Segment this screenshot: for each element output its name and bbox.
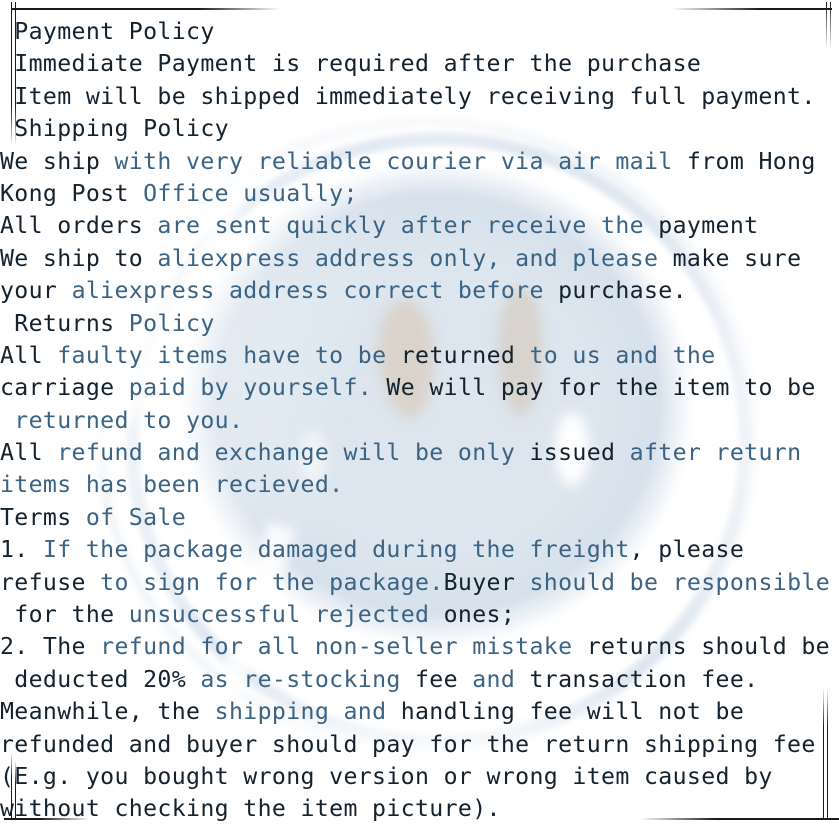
policy-text-run: after return <box>629 439 802 467</box>
policy-text-run: Immediate Payment is required after the … <box>0 50 702 78</box>
crop-mark-bottom-right-vertical-outer <box>827 688 828 820</box>
policy-text-run: Payment Policy <box>0 18 215 45</box>
policy-line: for the unsuccessful rejected ones; <box>0 599 839 631</box>
crop-mark-top-left-horizontal <box>12 8 198 10</box>
policy-line: refunded and buyer should pay for the re… <box>0 729 839 761</box>
policy-text-run: (E.g. you bought wrong version or wrong … <box>0 762 773 790</box>
crop-mark-top-left-vertical-inner <box>15 2 16 146</box>
policy-text-run: from Hong <box>686 147 816 175</box>
policy-text-run: Buyer <box>443 568 530 596</box>
policy-text-run: payment <box>658 212 759 240</box>
policy-text-run: make sure <box>672 244 802 272</box>
policy-text-run: If the package damaged during the freigh… <box>42 536 630 564</box>
policy-text-block: Payment Policy Immediate Payment is requ… <box>0 0 839 827</box>
policy-line: Returns Policy <box>0 308 839 340</box>
policy-text-run: purchase. <box>558 277 687 305</box>
policy-text-run: carriage <box>0 374 129 402</box>
crop-mark-top-left-vertical-outer <box>11 2 12 146</box>
policy-text-run: All orders <box>0 212 158 240</box>
policy-text-run: shipping and <box>214 698 401 726</box>
crop-mark-bottom-right-horizontal <box>640 818 839 820</box>
crop-mark-bottom-left-vertical-inner <box>15 760 16 818</box>
policy-text-run: items has been recieved. <box>0 471 344 499</box>
policy-text-run: aliexpress address only, and please <box>157 244 673 272</box>
policy-line: We ship to aliexpress address only, and … <box>0 243 839 275</box>
policy-line: carriage paid by yourself. We will pay f… <box>0 372 839 404</box>
crop-mark-top-right-vertical-inner <box>826 2 827 50</box>
policy-text-run: All <box>0 439 58 467</box>
policy-text-run: issued <box>529 439 630 467</box>
policy-text-run: Policy <box>128 309 215 337</box>
policy-text-run: We ship <box>0 147 115 175</box>
policy-text-run: returned <box>400 341 530 369</box>
crop-mark-bottom-right-vertical-inner <box>823 688 824 820</box>
policy-text-run: 2. The <box>0 633 101 661</box>
policy-text-run: refuse <box>0 568 101 596</box>
policy-line: items has been recieved. <box>0 469 839 501</box>
policy-text-run: Returns <box>0 309 129 337</box>
policy-text-run: We will pay for the item to be <box>386 374 816 402</box>
policy-line: refuse to sign for the package.Buyer sho… <box>0 567 839 599</box>
policy-line: deducted 20% as re-stocking fee and tran… <box>0 664 839 696</box>
policy-line: Item will be shipped immediately receivi… <box>0 81 839 113</box>
policy-text-run: Shipping Policy <box>0 115 229 143</box>
policy-line: your aliexpress address correct before p… <box>0 275 839 307</box>
policy-text-run: to us and the <box>529 341 716 369</box>
policy-text-run: returns should be <box>586 633 830 661</box>
policy-line: (E.g. you bought wrong version or wrong … <box>0 761 839 793</box>
policy-text-run: should be responsible <box>529 568 831 596</box>
policy-text-run: faulty items have to be <box>57 341 401 369</box>
policy-line: Meanwhile, the shipping and handling fee… <box>0 696 839 728</box>
crop-mark-bottom-left-horizontal <box>4 818 90 820</box>
policy-text-run: aliexpress address correct before <box>71 277 559 305</box>
policy-text-run: Terms <box>0 503 86 531</box>
policy-text-run: refund and exchange will be only <box>57 439 530 467</box>
policy-text-run: with very reliable courier via air mail <box>114 147 687 175</box>
policy-text-run: ones; <box>443 601 516 629</box>
policy-text-run: for the <box>0 601 129 629</box>
policy-line: Immediate Payment is required after the … <box>0 48 839 80</box>
policy-text-run: unsuccessful rejected <box>128 601 444 629</box>
crop-mark-top-right-vertical-outer <box>830 2 831 50</box>
policy-text-run: Item will be shipped immediately receivi… <box>0 82 816 110</box>
policy-text-run: and <box>472 665 530 693</box>
policy-text-run: your <box>0 277 72 305</box>
policy-text-run: We ship to <box>0 244 158 272</box>
policy-text-run: 1. <box>0 536 43 564</box>
policy-text-run: All <box>0 341 58 369</box>
policy-text-run: refund for all non-seller mistake <box>100 633 587 661</box>
crop-mark-top-right-horizontal <box>672 8 832 10</box>
policy-line: Kong Post Office usually; <box>0 178 839 210</box>
policy-line: All faulty items have to be returned to … <box>0 340 839 372</box>
policy-text-run: refunded and buyer should pay for the re… <box>0 730 816 758</box>
policy-line: 1. If the package damaged during the fre… <box>0 534 839 566</box>
policy-text-run: as re-stocking <box>200 665 415 693</box>
policy-text-run: returned to you. <box>0 406 244 434</box>
policy-line: All orders are sent quickly after receiv… <box>0 210 839 242</box>
crop-mark-top-left-horizontal-fade <box>198 8 280 10</box>
policy-text-run: fee <box>415 665 473 693</box>
policy-text-run: Kong Post <box>0 179 144 207</box>
policy-text-run: paid by yourself. <box>128 374 387 402</box>
policy-line: We ship with very reliable courier via a… <box>0 146 839 178</box>
policy-text-run: , please <box>629 536 745 564</box>
policy-line: 2. The refund for all non-seller mistake… <box>0 631 839 663</box>
policy-text-run: of Sale <box>85 503 187 531</box>
policy-line: Terms of Sale <box>0 502 839 534</box>
policy-text-run: Meanwhile, the <box>0 698 215 726</box>
policy-line: Payment Policy <box>0 16 839 48</box>
crop-mark-bottom-left-vertical-outer <box>11 752 12 818</box>
policy-text-run: are sent quickly after receive the <box>157 212 659 240</box>
policy-line: returned to you. <box>0 405 839 437</box>
policy-line: Shipping Policy <box>0 113 839 145</box>
policy-line: All refund and exchange will be only iss… <box>0 437 839 469</box>
policy-text-run: Office usually; <box>143 179 358 207</box>
policy-text-run: transaction fee. <box>529 665 759 693</box>
policy-line: without checking the item picture). <box>0 793 839 825</box>
policy-text-run: handling fee will not be <box>400 698 745 726</box>
policy-text-run: deducted 20% <box>0 665 201 693</box>
policy-text-run: to sign for the package. <box>100 568 444 596</box>
